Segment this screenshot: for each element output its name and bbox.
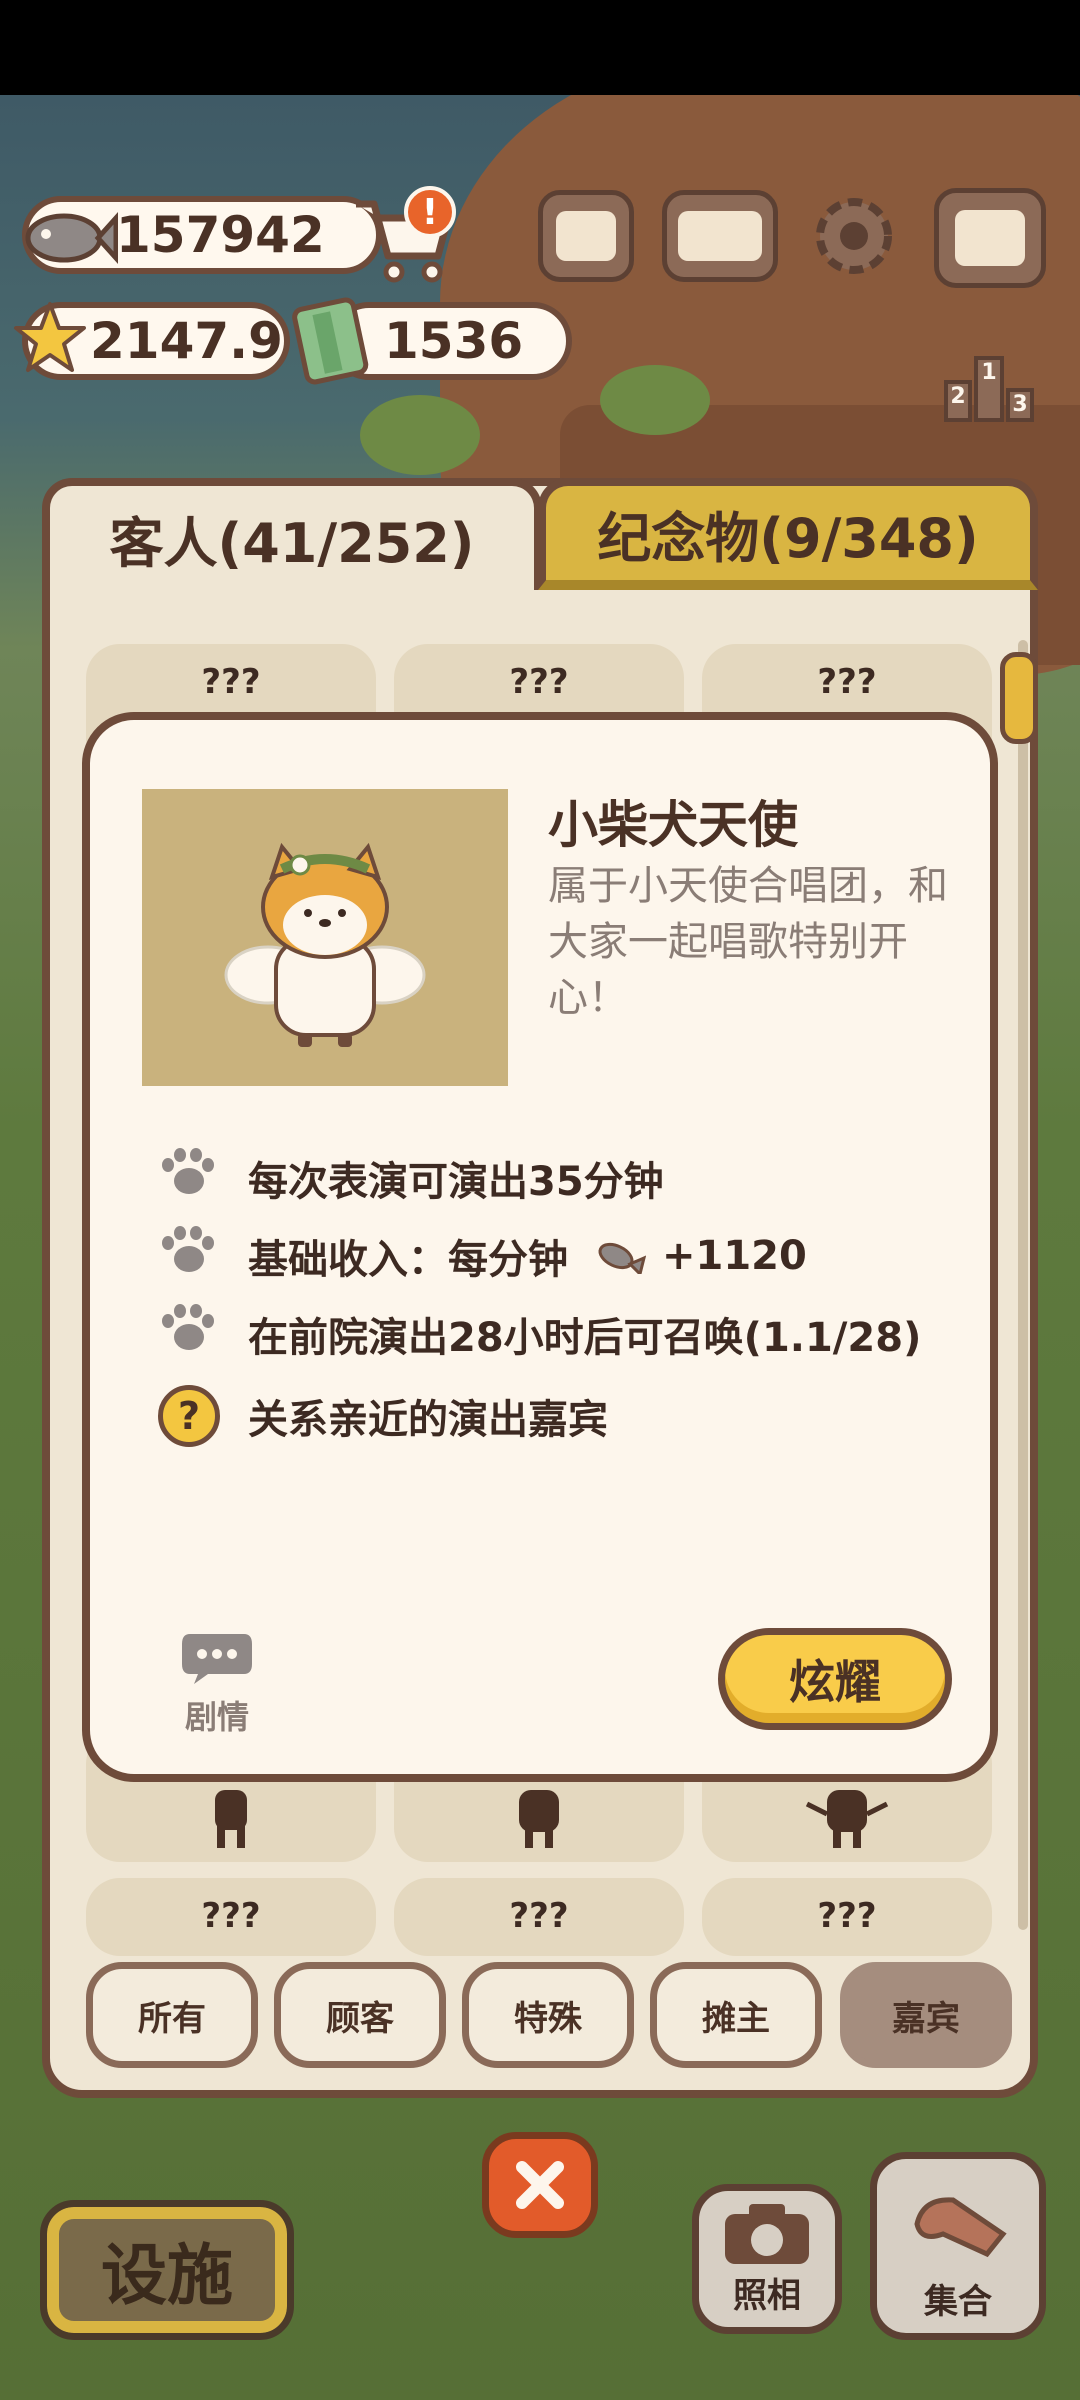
cash-amount: 1536 xyxy=(384,312,524,370)
paw-icon xyxy=(158,1148,218,1208)
silhouette-icon xyxy=(805,1790,889,1848)
settings-button[interactable] xyxy=(806,188,902,288)
close-button[interactable] xyxy=(482,2132,598,2238)
camera-icon xyxy=(725,2204,809,2264)
guest-portrait xyxy=(142,789,508,1086)
question-symbol: ? xyxy=(177,1394,201,1438)
summon-text: 在前院演出28小时后可召唤(1.1/28) xyxy=(248,1315,922,1361)
filter-label: 所有 xyxy=(138,1998,206,2039)
newspaper-icon xyxy=(556,211,616,261)
filter-label: 摊主 xyxy=(702,1998,770,2039)
facilities-button[interactable]: 设施 xyxy=(40,2200,294,2340)
paw-book-button[interactable] xyxy=(662,190,778,282)
leaderboard-button[interactable]: 2 1 3 xyxy=(944,344,1036,422)
facilities-label: 设施 xyxy=(101,2237,233,2314)
shop-button[interactable] xyxy=(934,188,1046,288)
story-label: 剧情 xyxy=(184,1698,249,1736)
tab-souvenirs[interactable]: 纪念物(9/348) xyxy=(538,478,1038,590)
unknown-label: ??? xyxy=(201,1896,261,1936)
star-icon xyxy=(14,302,86,372)
cart-alert-text: ! xyxy=(421,191,439,233)
leaf-decoration xyxy=(360,395,480,475)
scroll-thumb[interactable] xyxy=(1000,652,1038,744)
filter-label: 嘉宾 xyxy=(892,1998,960,2039)
camera-label: 照相 xyxy=(733,2276,801,2316)
silhouette-icon xyxy=(215,1790,247,1848)
tab-souvenirs-label: 纪念物(9/348) xyxy=(597,506,979,570)
camera-button[interactable]: 照相 xyxy=(692,2184,842,2334)
leaderboard-third: 3 xyxy=(1006,388,1034,422)
gather-label: 集合 xyxy=(924,2282,992,2322)
close-icon xyxy=(516,2161,564,2209)
leaderboard-second: 2 xyxy=(944,380,972,422)
fish-icon xyxy=(598,1242,646,1274)
gather-button[interactable]: 集合 xyxy=(870,2152,1046,2340)
shop-icon xyxy=(955,210,1025,266)
whistle-icon xyxy=(914,2197,1007,2258)
show-off-label: 炫耀 xyxy=(789,1655,881,1709)
unknown-label: ??? xyxy=(817,1896,877,1936)
leaf-decoration xyxy=(600,365,710,435)
guest-slot[interactable]: ??? xyxy=(702,1878,992,1956)
paw-icon xyxy=(158,1304,218,1364)
star-amount: 2147.9 xyxy=(90,312,283,370)
duration-text: 每次表演可演出35分钟 xyxy=(248,1159,664,1205)
tab-guests[interactable]: 客人(41/252) xyxy=(42,478,542,590)
silhouette-icon xyxy=(519,1790,559,1848)
show-off-button[interactable]: 炫耀 xyxy=(718,1628,952,1730)
paw-icon xyxy=(158,1226,218,1286)
info-row-summon: 在前院演出28小时后可召唤(1.1/28) xyxy=(158,1304,921,1364)
gear-icon xyxy=(816,198,892,274)
info-row-duration: 每次表演可演出35分钟 xyxy=(158,1148,664,1208)
filter-special[interactable]: 特殊 xyxy=(462,1962,634,2068)
filter-all[interactable]: 所有 xyxy=(86,1962,258,2068)
info-row-relationship: ? 关系亲近的演出嘉宾 xyxy=(158,1385,608,1447)
paw-book-icon xyxy=(678,211,762,261)
cart-alert-badge: ! xyxy=(404,186,456,238)
info-row-income: 基础收入：每分钟 +1120 xyxy=(158,1226,807,1286)
guest-name: 小柴犬天使 xyxy=(548,796,798,854)
relationship-text: 关系亲近的演出嘉宾 xyxy=(248,1397,608,1443)
fish-amount: 157942 xyxy=(116,206,325,264)
income-text: 基础收入：每分钟 xyxy=(248,1237,568,1283)
scroll-track[interactable] xyxy=(1018,640,1028,1930)
guest-description: 属于小天使合唱团，和大家一起唱歌特别开心！ xyxy=(548,863,948,1021)
filter-customers[interactable]: 顾客 xyxy=(274,1962,446,2068)
filter-guests[interactable]: 嘉宾 xyxy=(840,1962,1012,2068)
tab-guests-label: 客人(41/252) xyxy=(109,511,475,575)
leaderboard-first: 1 xyxy=(974,356,1004,422)
guest-slot[interactable]: ??? xyxy=(86,1878,376,1956)
filter-label: 特殊 xyxy=(514,1998,582,2039)
filter-label: 顾客 xyxy=(326,1998,394,2039)
newspaper-button[interactable] xyxy=(538,190,634,282)
fish-icon xyxy=(25,212,118,264)
unknown-label: ??? xyxy=(509,1896,569,1936)
question-icon[interactable]: ? xyxy=(158,1385,220,1447)
filter-vendors[interactable]: 摊主 xyxy=(650,1962,822,2068)
speech-bubble-icon xyxy=(182,1634,252,1684)
income-value: +1120 xyxy=(662,1233,807,1279)
cash-icon xyxy=(292,297,369,385)
guest-slot[interactable]: ??? xyxy=(394,1878,684,1956)
shiba-angel-image xyxy=(224,842,426,1047)
story-button[interactable]: 剧情 xyxy=(172,1630,262,1738)
